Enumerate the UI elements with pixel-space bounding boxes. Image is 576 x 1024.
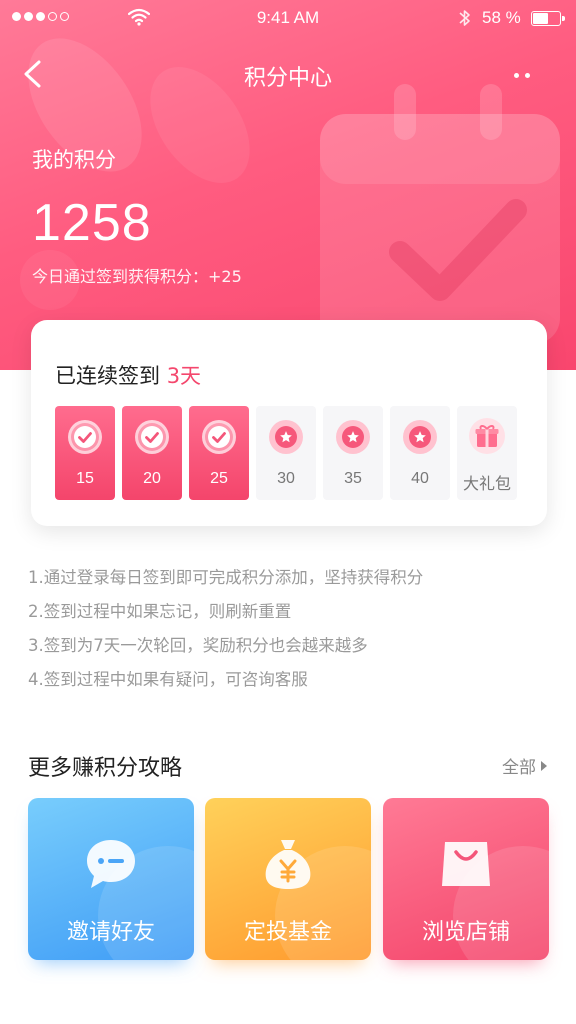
check-glyph (141, 426, 163, 448)
money-bag-icon (265, 840, 311, 889)
signin-day-value: 25 (210, 470, 228, 487)
signin-day-row: 15 20 25 30 35 40 大礼包 (55, 406, 517, 500)
signin-day-1[interactable]: 15 (55, 406, 115, 500)
star-badge-icon (336, 420, 370, 454)
signin-day-5[interactable]: 35 (323, 406, 383, 500)
check-circle-icon (202, 420, 236, 454)
tile-label: 浏览店铺 (421, 920, 510, 945)
rule-item: 2.签到过程中如果忘记，则刷新重置 (28, 602, 292, 621)
star-glyph (414, 431, 426, 443)
check-glyph (74, 426, 96, 448)
page-title: 积分中心 (243, 66, 332, 91)
caret-right-icon (541, 760, 547, 771)
battery-percentage: 58 % (482, 8, 521, 27)
signin-day-value: 大礼包 (462, 476, 511, 493)
star-badge-icon (403, 420, 437, 454)
more-options-button[interactable] (514, 60, 554, 90)
points-today-text: 今日通过签到获得积分：+25 (32, 267, 242, 286)
streak-title: 已连续签到 3天 (55, 360, 201, 390)
signin-day-value: 30 (277, 470, 295, 487)
status-bar: 9:41 AM 58 % (0, 0, 576, 36)
earn-points-tiles: 邀请好友 定投基金 浏览店铺 (28, 798, 549, 960)
signin-day-value: 40 (411, 470, 429, 487)
signin-day-value: 20 (143, 470, 161, 487)
check-glyph (208, 426, 230, 448)
signin-day-4[interactable]: 30 (256, 406, 316, 500)
star-glyph (347, 431, 359, 443)
star-badge-icon (269, 420, 303, 454)
rule-item: 4.签到过程中如果有疑问，可咨询客服 (28, 670, 308, 689)
see-all-link[interactable]: 全部 (502, 753, 548, 778)
section-title: 更多赚积分攻略 (28, 756, 183, 781)
star-badge-inner (342, 426, 364, 448)
streak-prefix: 已连续签到 (55, 364, 160, 388)
signin-day-value: 15 (76, 470, 94, 487)
invite-friends-tile[interactable]: 邀请好友 (28, 798, 194, 960)
star-glyph (280, 431, 292, 443)
check-circle-icon (135, 420, 169, 454)
signin-day-3[interactable]: 25 (189, 406, 249, 500)
fund-investment-tile[interactable]: 定投基金 (205, 798, 371, 960)
star-badge-inner (409, 426, 431, 448)
gift-icon (469, 418, 505, 454)
more-dot (525, 72, 530, 78)
signin-day-7[interactable]: 大礼包 (457, 406, 517, 500)
rules-list: 1.通过登录每日签到即可完成积分添加，坚持获得积分 2.签到过程中如果忘记，则刷… (28, 565, 423, 701)
signin-card: 已连续签到 3天 15 20 25 30 35 40 大礼包 (31, 320, 547, 526)
tile-label: 定投基金 (243, 920, 332, 945)
star-badge-inner (275, 426, 297, 448)
streak-days: 3天 (166, 364, 202, 388)
gift-icon-glyph (475, 425, 499, 447)
tile-label: 邀请好友 (66, 920, 155, 945)
battery-icon (531, 11, 565, 26)
points-label: 我的积分 (32, 148, 116, 172)
signin-day-6[interactable]: 40 (390, 406, 450, 500)
rule-item: 1.通过登录每日签到即可完成积分添加，坚持获得积分 (28, 568, 424, 587)
shopping-bag-icon (442, 842, 490, 886)
see-all-label: 全部 (502, 758, 536, 778)
points-value: 1258 (32, 194, 152, 252)
rule-item: 3.签到为7天一次轮回，奖励积分也会越来越多 (28, 636, 368, 655)
bluetooth-icon (459, 10, 470, 26)
nav-bar: 积分中心 (0, 50, 576, 100)
check-circle-icon (68, 420, 102, 454)
calendar-check-icon (320, 84, 560, 344)
signin-day-value: 35 (344, 470, 362, 487)
battery-fill (533, 13, 549, 24)
signin-day-2[interactable]: 20 (122, 406, 182, 500)
more-dot (514, 72, 519, 78)
chat-bubble-icon (87, 840, 135, 888)
browse-shops-tile[interactable]: 浏览店铺 (383, 798, 549, 960)
battery-tip (562, 16, 565, 21)
